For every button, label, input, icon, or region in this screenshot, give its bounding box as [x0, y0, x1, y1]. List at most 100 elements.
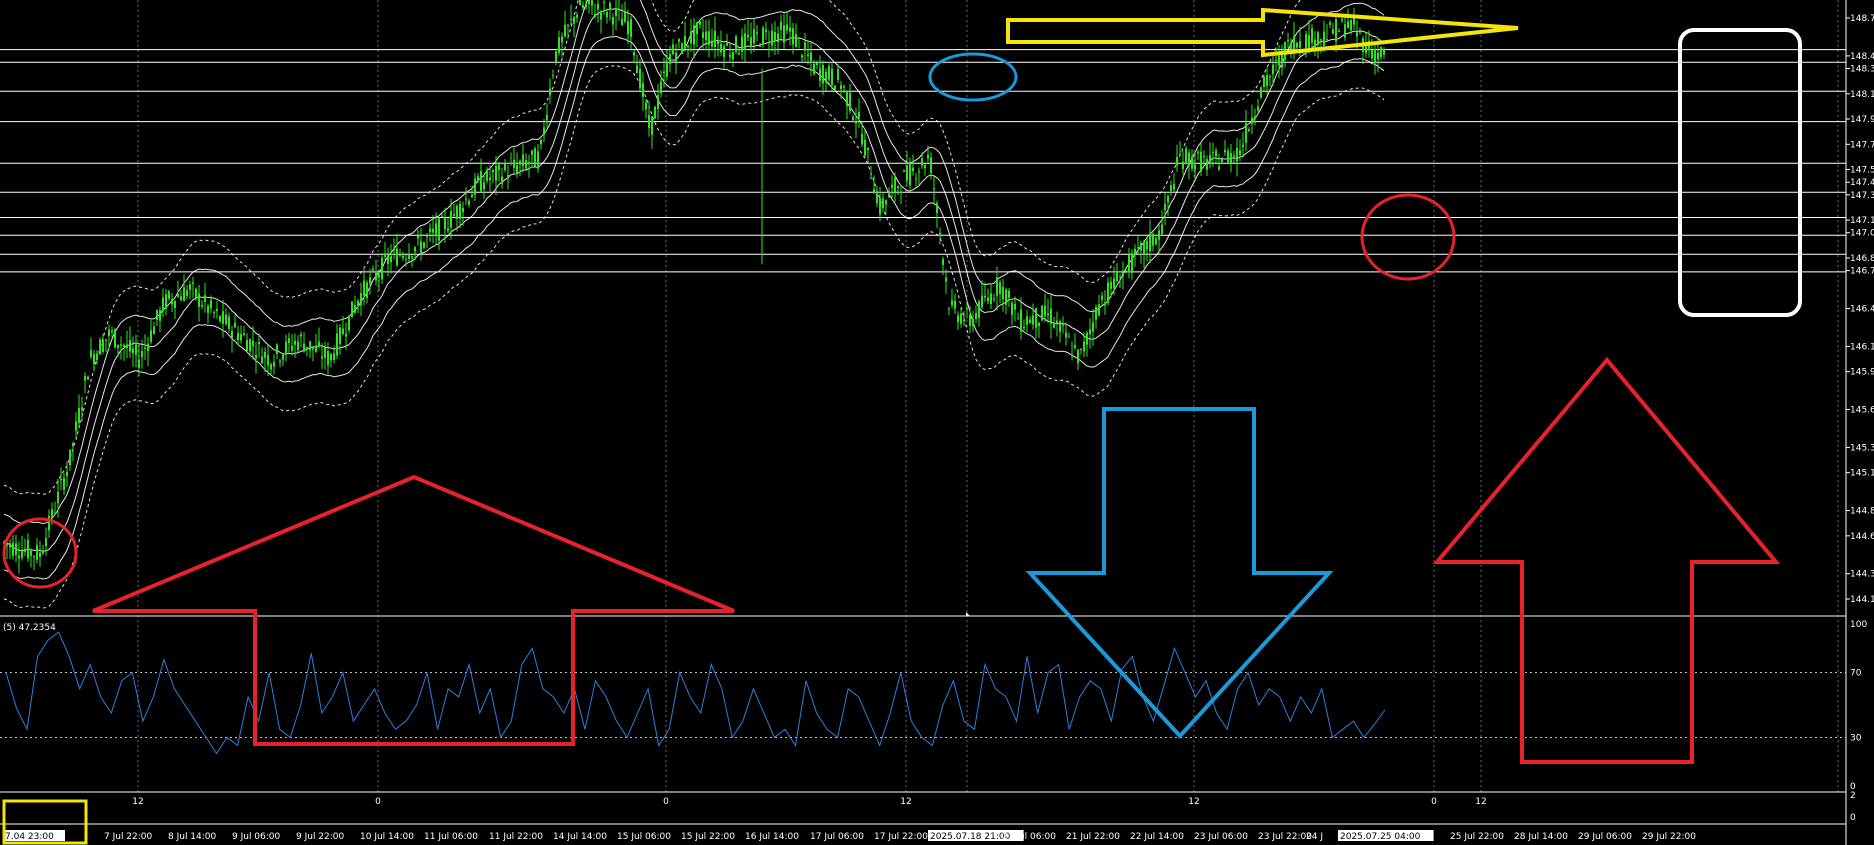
candle-body [660, 81, 662, 94]
candle-body [294, 340, 296, 345]
candle-body [1140, 242, 1142, 251]
candle-body [438, 218, 440, 241]
candle-body [147, 343, 149, 352]
candle-body [114, 329, 116, 348]
candle-body [396, 248, 398, 266]
candle-body [1089, 329, 1091, 335]
candle-body [771, 30, 773, 46]
candle-body [678, 39, 680, 42]
candle-body [717, 41, 719, 45]
candle-body [867, 147, 869, 151]
candle-body [987, 297, 989, 302]
trading-chart: (5) 47.2354 148.7 148.4 148.3 148.1 147.9 147… [0, 0, 1874, 845]
candle-body [1245, 123, 1247, 143]
candle-body [387, 255, 389, 265]
candle-body [900, 192, 902, 194]
candle-body [390, 256, 392, 263]
candle-body [1329, 22, 1331, 25]
candle-body [150, 330, 152, 342]
candle-body [399, 254, 401, 256]
candle-body [72, 442, 74, 447]
candle-body [669, 54, 671, 64]
lower-tick-label: 0 [1850, 813, 1856, 823]
candle-body [372, 268, 374, 271]
candle-body [1035, 308, 1037, 328]
candle-body [840, 85, 842, 90]
candle-body [228, 316, 230, 329]
candle-body [66, 471, 68, 477]
candle-body [357, 300, 359, 306]
candle-body [1077, 349, 1079, 364]
candle-body [384, 253, 386, 257]
candle-body [576, 14, 578, 18]
candle-body [339, 327, 341, 344]
candle-body [681, 43, 683, 54]
candle-body [1122, 272, 1124, 277]
candle-body [1116, 272, 1118, 282]
candle-body [936, 203, 938, 214]
candle-body [207, 305, 209, 313]
candle-body [1377, 52, 1379, 60]
candle-body [285, 341, 287, 354]
candle-body [531, 150, 533, 155]
candle-body [891, 184, 893, 189]
candle-body [270, 364, 272, 370]
candle-body [1047, 313, 1049, 316]
candle-body [783, 25, 785, 43]
candle-body [282, 354, 284, 360]
candle-body [699, 21, 701, 25]
time-tick-label: 22 Jul 14:00 [1130, 832, 1184, 842]
candle-body [594, 14, 596, 17]
candle-body [612, 17, 614, 25]
session-marker-label: 12 [900, 797, 911, 807]
candle-body [108, 329, 110, 337]
candle-body [1026, 316, 1028, 325]
time-tick-label: 7 Jul 22:00 [104, 832, 153, 842]
candle-body [120, 344, 122, 346]
candle-body [684, 35, 686, 50]
candle-body [705, 31, 707, 41]
time-tick-label: 28 Jul 14:00 [1514, 832, 1568, 842]
candle-body [318, 341, 320, 346]
candle-body [450, 210, 452, 228]
candle-body [1311, 28, 1313, 43]
candle-body [459, 203, 461, 219]
candle-body [804, 42, 806, 50]
candle-body [624, 11, 626, 23]
candle-body [117, 344, 119, 348]
price-tick-label: 144.6 [1850, 532, 1874, 542]
candle-body [168, 291, 170, 299]
price-tick-label: 146.8 [1850, 254, 1874, 264]
candle-body [918, 171, 920, 173]
time-tick-label: 9 Jul 06:00 [232, 832, 281, 842]
candle-body [843, 86, 845, 88]
candle-body [870, 177, 872, 179]
candle-body [15, 543, 17, 555]
candle-body [252, 340, 254, 347]
candle-body [171, 298, 173, 305]
session-marker-label: 12 [1475, 797, 1486, 807]
candle-body [363, 280, 365, 296]
price-tick-label: 145.6 [1850, 406, 1874, 416]
candle-body [39, 552, 41, 558]
candle-body [879, 197, 881, 215]
candle-body [906, 165, 908, 181]
candle-body [723, 46, 725, 57]
candle-body [1227, 150, 1229, 163]
candle-body [1371, 50, 1373, 59]
candle-body [738, 52, 740, 55]
candle-body [792, 28, 794, 45]
candle-body [1062, 324, 1064, 326]
time-tick-label: 14 Jul 14:00 [553, 832, 607, 842]
candle-body [474, 178, 476, 195]
candle-body [744, 33, 746, 51]
rsi-tick-label: 30 [1850, 733, 1862, 743]
candle-body [762, 27, 764, 45]
candle-body [567, 24, 569, 26]
candle-body [1191, 156, 1193, 169]
candle-body [939, 232, 941, 236]
time-tick-label: 21 Jul 06:00 [1002, 832, 1056, 842]
lower-tick-label: 2 [1850, 791, 1856, 801]
candle-body [606, 11, 608, 18]
candle-body [975, 312, 977, 319]
